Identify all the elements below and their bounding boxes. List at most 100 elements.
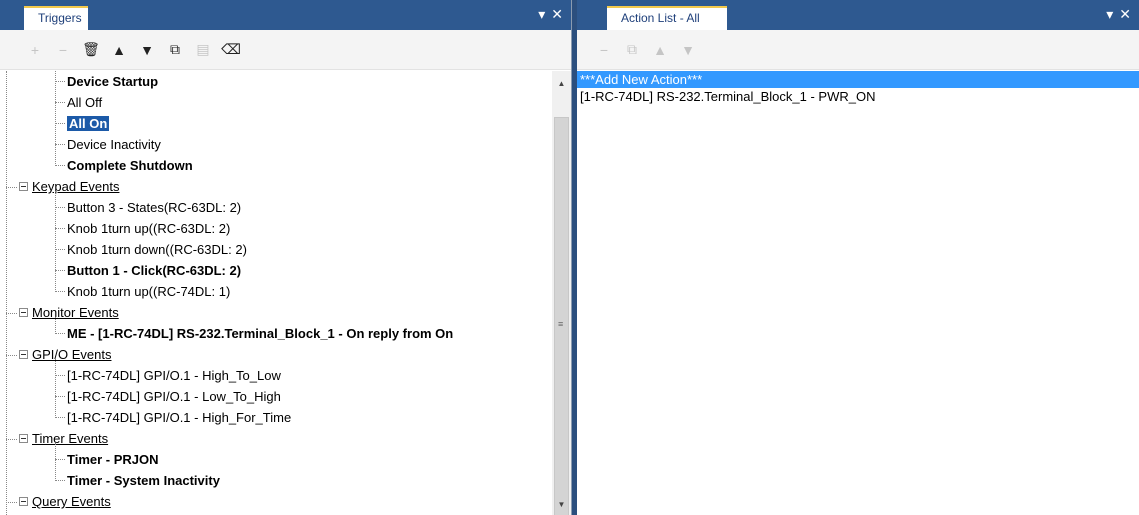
tree-item[interactable]: [1-RC-74DL] GPI/O.1 - High_For_Time (55, 407, 291, 428)
arrow-down-icon: ▼ (140, 41, 154, 58)
tree-connector (6, 313, 17, 315)
tree-item[interactable]: Knob 1turn up((RC-63DL: 2) (55, 218, 230, 239)
tree-item-label: Query Events (32, 494, 111, 509)
paste-button[interactable]: ▤ (190, 37, 216, 63)
tree-item[interactable]: Complete Shutdown (55, 155, 193, 176)
scroll-down-icon[interactable]: ▼ (552, 496, 571, 513)
tree-item-label: Device Inactivity (67, 137, 161, 152)
tree-guide-line (55, 443, 56, 481)
tree-group[interactable]: Monitor Events (6, 302, 119, 323)
tree-vertical-scrollbar[interactable]: ▲ ≡ ▼ (552, 71, 571, 515)
minus-button[interactable]: − (50, 37, 76, 63)
minus-icon: − (599, 41, 609, 58)
tree-connector (6, 187, 17, 189)
tree-item[interactable]: Button 3 - States(RC-63DL: 2) (55, 197, 241, 218)
tree-item[interactable]: All Off (55, 92, 102, 113)
tree-item-label: GPI/O Events (32, 347, 112, 362)
tree-item[interactable]: Knob 1turn up((RC-74DL: 1) (55, 281, 230, 302)
tree-item-label: Knob 1turn up((RC-74DL: 1) (67, 284, 231, 299)
tree-item[interactable]: Timer - System Inactivity (55, 470, 220, 491)
scroll-up-icon[interactable]: ▲ (552, 75, 571, 92)
tree-group[interactable]: Query Events (6, 491, 111, 512)
tree-connector (6, 439, 17, 441)
copy-icon: ⧉ (170, 41, 180, 57)
arrow-down-button[interactable]: ▼ (675, 37, 701, 63)
scrollbar-thumb[interactable]: ≡ (554, 117, 569, 515)
tree-item-label: Keypad Events (32, 179, 120, 194)
tree-item[interactable]: Timer - PRJON (55, 449, 159, 470)
collapse-icon[interactable] (19, 350, 28, 360)
tree-group[interactable]: GPI/O Events (6, 344, 111, 365)
minus-icon: − (58, 41, 68, 58)
tree-item-label: Monitor Events (32, 305, 119, 320)
tree-item-label: [1-RC-74DL] GPI/O.1 - High_To_Low (67, 368, 281, 383)
tree-item-label: [1-RC-74DL] GPI/O.1 - High_For_Time (67, 410, 292, 425)
collapse-icon[interactable] (19, 497, 28, 507)
tree-item[interactable]: [1-RC-74DL] GPI/O.1 - Low_To_High (55, 386, 281, 407)
tree-connector (6, 502, 17, 504)
triggers-panel: Triggers ▾ ✕ + − 🗑 ▲ ▼ ⧉ ▤ ⌫ Device Startup All … (0, 0, 572, 515)
action-list: ***Add New Action*** [1-RC-74DL] RS-232.T… (577, 71, 1139, 515)
eraser-icon: ⌫ (221, 41, 241, 57)
tree-item-label: Complete Shutdown (67, 158, 193, 173)
triggers-pane-controls: ▾ ✕ (538, 7, 563, 21)
tab-triggers[interactable]: Triggers (24, 6, 88, 30)
triggers-titlebar: Triggers ▾ ✕ (0, 0, 571, 30)
tree-guide-line (55, 317, 56, 334)
close-icon[interactable]: ✕ (1119, 7, 1131, 21)
action-list-panel: Action List - All On ▾ ✕ − ⧉ ▲ ▼ ***Add New… (577, 0, 1139, 515)
trash-icon: 🗑 (82, 41, 100, 57)
tree-item-label: Timer - PRJON (67, 452, 159, 467)
arrow-up-icon: ▲ (653, 41, 667, 58)
arrow-up-button[interactable]: ▲ (106, 37, 132, 63)
action-list-item[interactable]: [1-RC-74DL] RS-232.Terminal_Block_1 - PW… (577, 88, 1139, 105)
action-list-titlebar: Action List - All On ▾ ✕ (577, 0, 1139, 46)
tree-item-label: Knob 1turn down((RC-63DL: 2) (67, 242, 247, 257)
arrow-down-button[interactable]: ▼ (134, 37, 160, 63)
tree-item-label: Timer - System Inactivity (67, 473, 220, 488)
tree-item[interactable]: Device Startup (55, 71, 158, 92)
tree-item[interactable]: ME - [1-RC-74DL] RS-232.Terminal_Block_1… (55, 323, 453, 344)
paste-icon: ▤ (196, 41, 210, 57)
tree-guide-line (55, 359, 56, 418)
trash-button[interactable]: 🗑 (78, 37, 104, 63)
grip-icon: ≡ (558, 319, 564, 329)
copy-button[interactable]: ⧉ (162, 37, 188, 63)
dropdown-icon[interactable]: ▾ (538, 7, 545, 21)
triggers-tree: Device Startup All Off All On Device Inacti… (0, 71, 553, 515)
tree-item[interactable]: All On (55, 113, 110, 134)
close-icon[interactable]: ✕ (551, 7, 563, 21)
arrow-down-icon: ▼ (681, 41, 695, 58)
triggers-toolbar: + − 🗑 ▲ ▼ ⧉ ▤ ⌫ (0, 30, 571, 70)
tree-item[interactable]: Device Inactivity (55, 134, 161, 155)
tab-action-list[interactable]: Action List - All On (607, 6, 727, 46)
tree-item[interactable]: Knob 1turn down((RC-63DL: 2) (55, 239, 247, 260)
arrow-up-icon: ▲ (112, 41, 126, 58)
action-list-toolbar: − ⧉ ▲ ▼ (577, 30, 1139, 70)
tree-item-label: Device Startup (67, 74, 159, 89)
tree-group[interactable]: Timer Events (6, 428, 108, 449)
plus-button[interactable]: + (22, 37, 48, 63)
tree-item-label: [1-RC-74DL] GPI/O.1 - Low_To_High (67, 389, 281, 404)
tree-item-label: All Off (67, 95, 103, 110)
collapse-icon[interactable] (19, 308, 28, 318)
tree-item[interactable]: [1-RC-74DL] GPI/O.1 - High_To_Low (55, 365, 281, 386)
copy-button[interactable]: ⧉ (619, 37, 645, 63)
tree-group[interactable]: Keypad Events (6, 176, 119, 197)
collapse-icon[interactable] (19, 182, 28, 192)
tree-item-label: Knob 1turn up((RC-63DL: 2) (67, 221, 231, 236)
arrow-up-button[interactable]: ▲ (647, 37, 673, 63)
minus-button[interactable]: − (591, 37, 617, 63)
tree-connector (6, 355, 17, 357)
tree-item-label: All On (67, 116, 110, 131)
tree-item-label: Button 1 - Click(RC-63DL: 2) (67, 263, 242, 278)
eraser-button[interactable]: ⌫ (218, 37, 244, 63)
dropdown-icon[interactable]: ▾ (1106, 7, 1113, 21)
action-list-item[interactable]: ***Add New Action*** (577, 71, 1139, 88)
tree-guide-line (55, 71, 56, 166)
plus-icon: + (30, 41, 40, 58)
copy-icon: ⧉ (627, 41, 637, 57)
tree-item-label: Timer Events (32, 431, 109, 446)
tree-item[interactable]: Button 1 - Click(RC-63DL: 2) (55, 260, 241, 281)
collapse-icon[interactable] (19, 434, 28, 444)
